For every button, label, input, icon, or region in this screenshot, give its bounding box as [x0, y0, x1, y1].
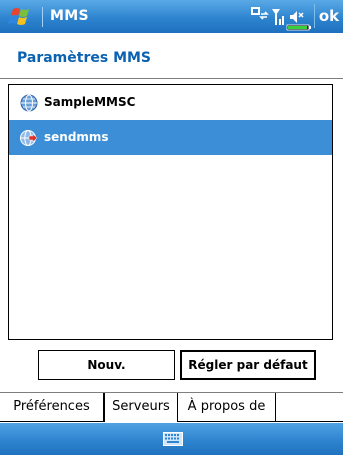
- header-divider: [0, 78, 343, 79]
- set-default-button[interactable]: Régler par défaut: [180, 350, 316, 380]
- page-header: Paramètres MMS: [0, 33, 343, 80]
- status-icons[interactable]: [250, 5, 312, 31]
- list-item-label: SampleMMSC: [44, 95, 136, 109]
- globe-icon: [20, 94, 38, 112]
- title-separator: [42, 7, 43, 27]
- list-item-samplemmsc[interactable]: SampleMMSC: [9, 85, 332, 120]
- data-connection-icon: [251, 7, 269, 20]
- new-button[interactable]: Nouv.: [38, 350, 175, 380]
- app-title: MMS: [50, 8, 89, 24]
- title-bar: MMS ok: [0, 0, 343, 33]
- tab-preferences[interactable]: Préférences: [0, 393, 104, 422]
- list-item-sendmms[interactable]: sendmms: [9, 120, 332, 155]
- tab-servers[interactable]: Serveurs: [104, 393, 178, 422]
- signal-strength-icon: [272, 9, 284, 25]
- server-list[interactable]: SampleMMSC sendmms: [8, 84, 333, 340]
- battery-icon: [286, 24, 311, 31]
- windows-start-icon[interactable]: [5, 5, 35, 29]
- page-title: Paramètres MMS: [17, 50, 152, 66]
- keyboard-icon[interactable]: [163, 431, 183, 447]
- speaker-muted-icon: [290, 11, 304, 23]
- list-item-label: sendmms: [44, 130, 109, 144]
- tab-about[interactable]: À propos de: [178, 393, 276, 422]
- active-tab-gap: [105, 421, 177, 422]
- ok-button[interactable]: ok: [314, 4, 343, 28]
- globe-arrow-icon: [20, 130, 38, 146]
- soft-key-bar: [0, 423, 343, 455]
